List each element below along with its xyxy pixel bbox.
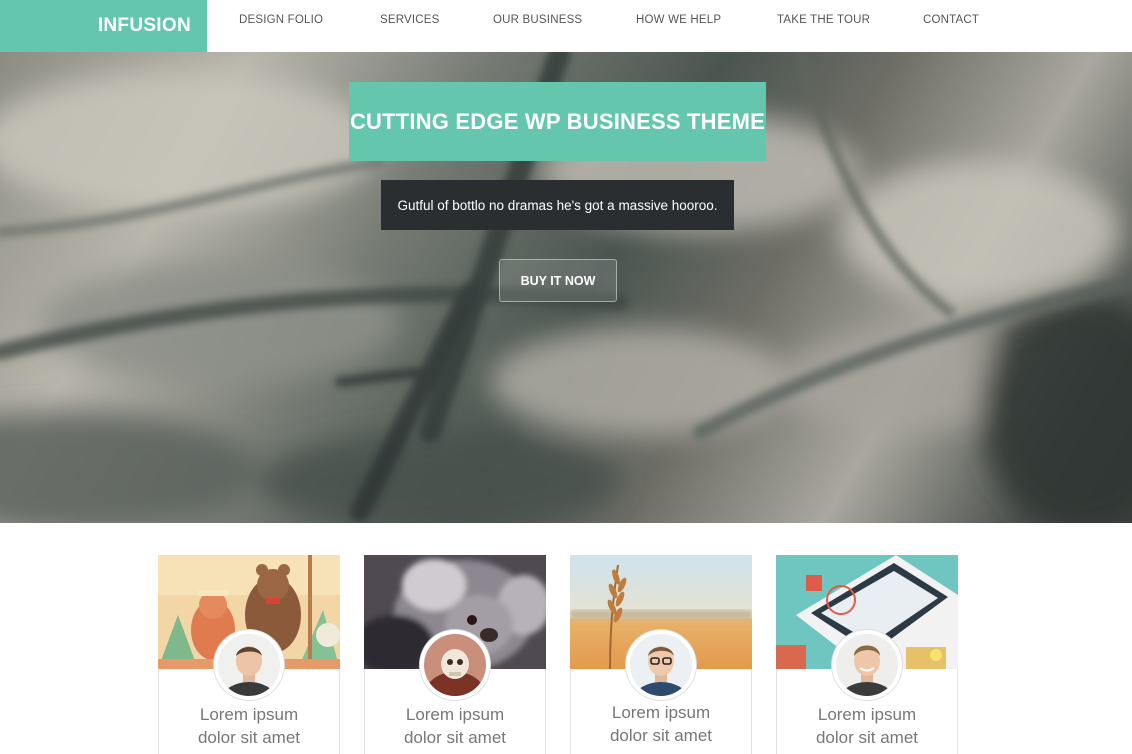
site-logo[interactable]: INFUSION: [0, 0, 207, 52]
card-caption: Lorem ipsum dolor sit amet: [571, 701, 751, 747]
team-card[interactable]: Lorem ipsum dolor sit amet: [364, 555, 546, 754]
card-caption: Lorem ipsum dolor sit amet: [365, 703, 545, 749]
card-caption: Lorem ipsum dolor sit amet: [159, 703, 339, 749]
avatar: [626, 630, 696, 700]
nav-item-how-we-help[interactable]: HOW WE HELP: [636, 14, 721, 26]
avatar: [832, 630, 902, 700]
site-logo-text: INFUSION: [97, 15, 191, 36]
card-caption-line1: Lorem ipsum: [199, 705, 299, 724]
card-caption-line2: dolor sit amet: [197, 728, 301, 747]
card-caption-line1: Lorem ipsum: [405, 705, 505, 724]
nav-item-design-folio[interactable]: DESIGN FOLIO: [239, 14, 323, 26]
card-caption-line1: Lorem ipsum: [611, 703, 711, 722]
card-caption: Lorem ipsum dolor sit amet: [777, 703, 957, 749]
hero-subtitle: Gutful of bottlo no dramas he's got a ma…: [381, 180, 734, 230]
card-caption-line2: dolor sit amet: [609, 726, 713, 745]
team-card[interactable]: Lorem ipsum dolor sit amet: [570, 555, 752, 754]
card-caption-line1: Lorem ipsum: [817, 705, 917, 724]
nav-item-contact[interactable]: CONTACT: [923, 14, 979, 26]
avatar: [214, 630, 284, 700]
nav-item-our-business[interactable]: OUR BUSINESS: [493, 14, 582, 26]
card-caption-line2: dolor sit amet: [403, 728, 507, 747]
avatar: [420, 630, 490, 700]
team-card[interactable]: Lorem ipsum dolor sit amet: [158, 555, 340, 754]
card-caption-line2: dolor sit amet: [815, 728, 919, 747]
nav-item-take-the-tour[interactable]: TAKE THE TOUR: [777, 14, 870, 26]
hero-title: CUTTING EDGE WP BUSINESS THEME: [349, 82, 766, 161]
hero-banner: CUTTING EDGE WP BUSINESS THEME Gutful of…: [0, 52, 1132, 523]
team-card[interactable]: Lorem ipsum dolor sit amet: [776, 555, 958, 754]
buy-it-now-button[interactable]: BUY IT NOW: [499, 259, 617, 302]
nav-item-services[interactable]: SERVICES: [380, 14, 440, 26]
top-navigation: INFUSION DESIGN FOLIO SERVICES OUR BUSIN…: [0, 0, 1132, 52]
